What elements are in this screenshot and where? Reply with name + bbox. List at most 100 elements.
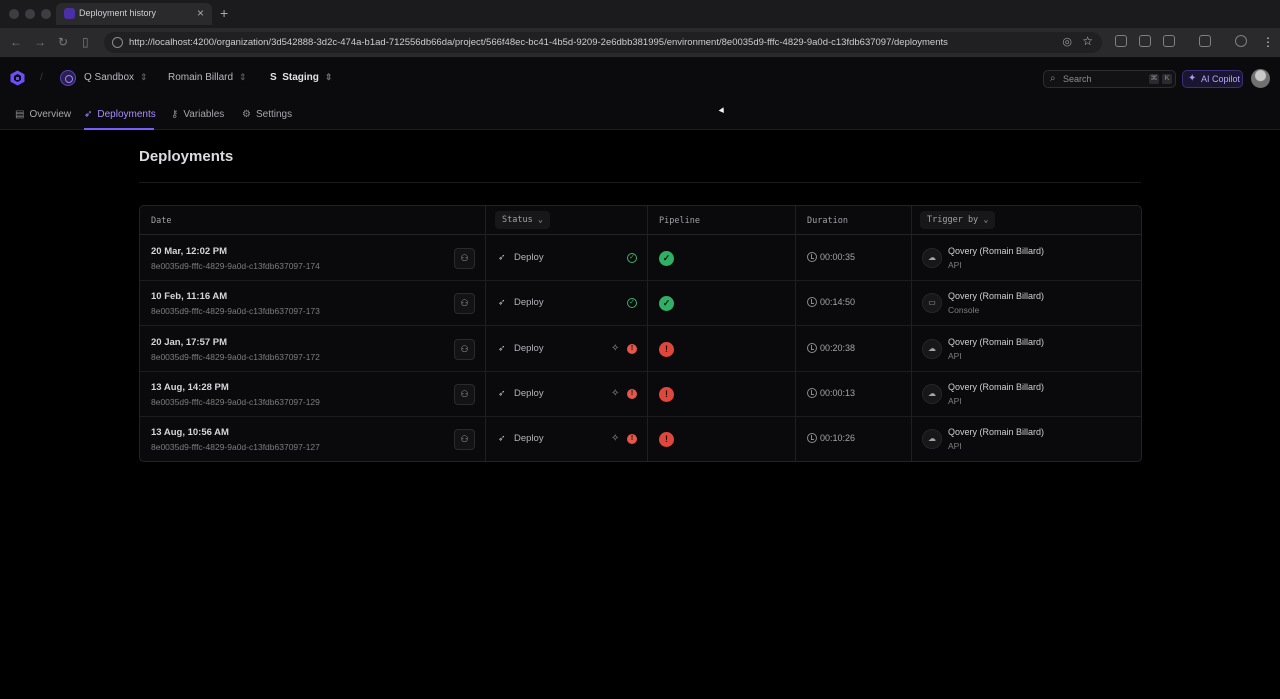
puzzle-icon[interactable]: [1163, 35, 1175, 47]
new-tab-button[interactable]: +: [220, 5, 228, 21]
tab-close-icon[interactable]: ×: [197, 6, 204, 20]
cloud-icon: ☁: [922, 248, 942, 268]
pipeline-graph-button[interactable]: ⚇: [454, 338, 475, 360]
profile-icon[interactable]: [1235, 35, 1247, 47]
menu-icon[interactable]: ⋮: [1262, 35, 1274, 49]
ai-diagnose-icon[interactable]: ✧: [611, 343, 619, 354]
column-duration: Duration: [807, 216, 848, 226]
table-row[interactable]: 20 Jan, 17:57 PM 8e0035d9-fffc-4829-9a0d-…: [140, 327, 1141, 372]
ai-diagnose-icon[interactable]: ✧: [611, 388, 619, 399]
table-row[interactable]: 10 Feb, 11:16 AM 8e0035d9-fffc-4829-9a0d-…: [140, 281, 1141, 327]
user-avatar[interactable]: [1251, 69, 1270, 88]
deployment-id: 8e0035d9-fffc-4829-9a0d-c13fdb637097-173: [151, 306, 320, 317]
extension-icon[interactable]: [1139, 35, 1151, 47]
chevron-updown-icon: ⇕: [324, 72, 333, 82]
maximize-window-button[interactable]: [41, 9, 51, 19]
table-row[interactable]: 13 Aug, 10:56 AM 8e0035d9-fffc-4829-9a0d-…: [140, 417, 1141, 461]
org-selector[interactable]: Q Sandbox ⇕: [84, 72, 148, 83]
extension-icon[interactable]: [1115, 35, 1127, 47]
site-info-icon[interactable]: [112, 37, 123, 48]
forward-icon[interactable]: →: [34, 35, 46, 49]
reload-icon[interactable]: ↻: [58, 35, 68, 49]
tab-deployments[interactable]: ➶ Deployments: [84, 109, 156, 120]
rocket-icon: ➶: [84, 109, 93, 120]
shortcut-cmd-key: ⌘: [1149, 74, 1159, 84]
column-date: Date: [151, 216, 172, 226]
trigger-user: Qovery (Romain Billard): [948, 381, 1045, 392]
table-row[interactable]: 13 Aug, 14:28 PM 8e0035d9-fffc-4829-9a0d-…: [140, 372, 1141, 417]
deployment-status: Deploy: [514, 433, 544, 445]
active-tab-indicator: [84, 128, 154, 130]
deployment-date: 20 Mar, 12:02 PM: [151, 246, 228, 257]
pipeline-error-icon[interactable]: !: [659, 432, 674, 448]
deployment-date: 10 Feb, 11:16 AM: [151, 291, 228, 303]
deployment-id: 8e0035d9-fffc-4829-9a0d-c13fdb637097-172: [151, 351, 320, 362]
trigger-user: Qovery (Romain Billard): [948, 427, 1045, 438]
address-url[interactable]: http://localhost:4200/organization/3d542…: [129, 37, 948, 48]
tab-variables-label: Variables: [183, 109, 225, 120]
sparkles-icon: ✦: [1188, 73, 1197, 84]
split-view-icon[interactable]: [1199, 35, 1211, 47]
chevron-down-icon: ⌄: [537, 215, 543, 225]
search-input[interactable]: ⌕ Search ⌘ K: [1043, 70, 1176, 88]
deployment-status: Deploy: [514, 297, 544, 309]
deployment-duration: 00:14:50: [820, 297, 856, 308]
ai-copilot-button[interactable]: ✦ AI Copilot: [1182, 70, 1243, 88]
deployment-status: Deploy: [514, 387, 544, 399]
cloud-icon: ☁: [922, 383, 942, 404]
tab-variables[interactable]: ⚷ Variables: [171, 109, 224, 120]
pipeline-error-icon[interactable]: !: [659, 386, 674, 402]
close-window-button[interactable]: [9, 9, 19, 19]
rocket-icon: ➶: [498, 297, 506, 308]
table-header: Date Status ⌄ Pipeline Duration Trigger …: [140, 206, 1141, 235]
address-bar[interactable]: http://localhost:4200/organization/3d542…: [104, 32, 1102, 53]
page-title: Deployments: [139, 148, 234, 165]
ai-diagnose-icon[interactable]: ✧: [611, 433, 619, 444]
pipeline-graph-button[interactable]: ⚇: [454, 248, 475, 269]
browser-tabstrip: Deployment history × +: [0, 0, 1280, 28]
deployments-table: Date Status ⌄ Pipeline Duration Trigger …: [139, 205, 1142, 462]
pipeline-graph-button[interactable]: ⚇: [454, 383, 475, 405]
console-icon: ▭: [922, 293, 942, 314]
eye-off-icon[interactable]: ◎: [1062, 35, 1072, 48]
qovery-logo-icon[interactable]: [10, 70, 25, 86]
tab-overview[interactable]: ▤ Overview: [15, 109, 71, 120]
project-selector[interactable]: Romain Billard ⇕: [168, 72, 247, 83]
environment-selector[interactable]: S Staging ⇕: [270, 72, 332, 83]
trigger-filter-button[interactable]: Trigger by ⌄: [920, 211, 996, 229]
rocket-icon: ➶: [498, 252, 506, 262]
tab-settings[interactable]: ⚙ Settings: [242, 109, 292, 120]
deployment-duration: 00:20:38: [820, 342, 856, 353]
table-row[interactable]: 20 Mar, 12:02 PM 8e0035d9-fffc-4829-9a0d-…: [140, 236, 1141, 281]
pipeline-graph-button[interactable]: ⚇: [454, 293, 475, 315]
bookmark-star-icon[interactable]: ☆: [1082, 34, 1093, 48]
ai-copilot-label: AI Copilot: [1201, 74, 1241, 84]
column-pipeline: Pipeline: [659, 216, 700, 226]
minimize-window-button[interactable]: [25, 9, 35, 19]
environment-name: Staging: [282, 72, 319, 83]
column-trigger: Trigger by: [927, 215, 979, 225]
trigger-source: API: [948, 395, 962, 406]
favicon-icon: [64, 8, 75, 19]
status-filter-button[interactable]: Status ⌄: [495, 211, 550, 229]
pipeline-success-icon[interactable]: ✓: [659, 296, 674, 312]
deployment-id: 8e0035d9-fffc-4829-9a0d-c13fdb637097-127: [151, 442, 320, 453]
project-name: Romain Billard: [168, 72, 234, 83]
trigger-user: Qovery (Romain Billard): [948, 291, 1045, 302]
deployment-status: Deploy: [514, 342, 544, 354]
back-icon[interactable]: ←: [10, 35, 22, 49]
status-success-icon: ✓: [627, 298, 637, 309]
deployment-id: 8e0035d9-fffc-4829-9a0d-c13fdb637097-129: [151, 396, 320, 407]
clock-icon: [807, 252, 817, 262]
pipeline-graph-button[interactable]: ⚇: [454, 429, 475, 451]
pipeline-success-icon[interactable]: ✓: [659, 251, 674, 266]
sidebar-toggle-icon[interactable]: ▯: [82, 35, 89, 49]
rocket-icon: ➶: [498, 433, 506, 444]
column-status: Status: [502, 215, 533, 225]
org-name: Q Sandbox: [84, 72, 135, 83]
pipeline-error-icon[interactable]: !: [659, 341, 674, 357]
browser-tab[interactable]: Deployment history ×: [56, 3, 212, 25]
breadcrumb-separator: /: [40, 72, 43, 83]
rocket-icon: ➶: [498, 387, 506, 398]
deployment-duration: 00:00:13: [820, 387, 856, 398]
